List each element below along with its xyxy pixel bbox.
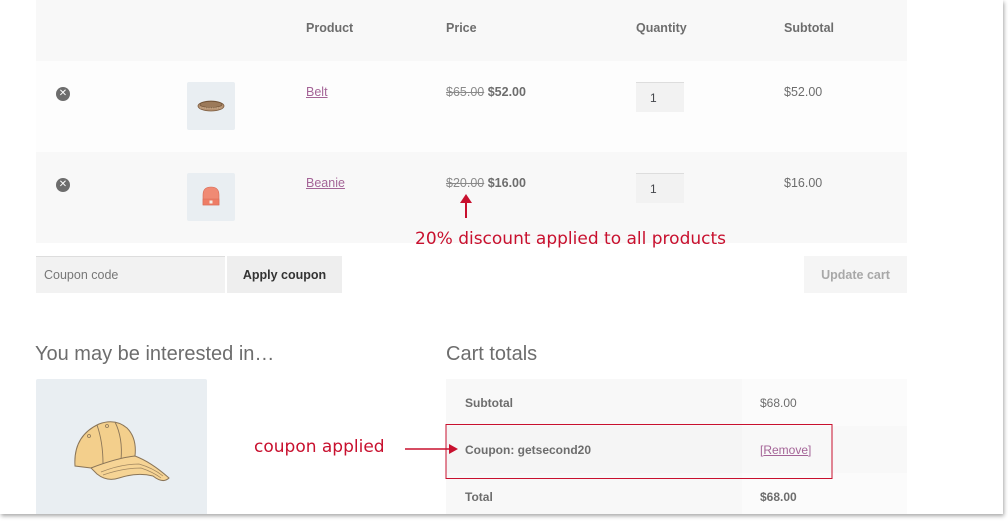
total-label: Total xyxy=(465,490,493,504)
remove-item-icon[interactable]: ✕ xyxy=(56,178,70,192)
totals-row-total: Total $68.00 xyxy=(446,473,907,514)
quantity-input-belt[interactable] xyxy=(636,82,684,112)
update-cart-button[interactable]: Update cart xyxy=(804,256,907,293)
regular-price: $20.00 xyxy=(446,176,485,190)
discount-annotation: 20% discount applied to all products xyxy=(415,229,727,249)
cart-table-header: Product Price Quantity Subtotal xyxy=(36,0,907,61)
coupon-code-input[interactable] xyxy=(36,256,225,293)
quantity-input-beanie[interactable] xyxy=(636,173,684,203)
baseball-cap-image xyxy=(73,421,170,482)
beanie-thumbnail[interactable] xyxy=(187,173,235,221)
coupon-label: Coupon: getsecond20 xyxy=(465,443,592,457)
remove-item-icon[interactable]: ✕ xyxy=(56,87,70,101)
subtotal-label: Subtotal xyxy=(465,396,513,410)
cart-table: Product Price Quantity Subtotal ✕ Belt $… xyxy=(36,0,907,243)
coupon-remove: [Remove] xyxy=(760,443,811,457)
totals-row-subtotal: Subtotal $68.00 xyxy=(446,379,907,426)
cross-sell-product-thumbnail[interactable] xyxy=(36,379,207,514)
totals-row-coupon: Coupon: getsecond20 [Remove] xyxy=(446,426,907,473)
product-link-belt[interactable]: Belt xyxy=(306,85,328,99)
subtotal-belt: $52.00 xyxy=(784,85,823,99)
remove-coupon-link[interactable]: Remove xyxy=(763,443,808,457)
subtotal-value: $68.00 xyxy=(760,396,797,410)
cart-page: Product Price Quantity Subtotal ✕ Belt $… xyxy=(0,0,1003,514)
apply-coupon-button[interactable]: Apply coupon xyxy=(227,256,342,293)
cart-row-belt: ✕ Belt $65.00 $52.00 $52.00 xyxy=(36,61,907,152)
beanie-image xyxy=(202,186,220,206)
cart-totals-table: Subtotal $68.00 Coupon: getsecond20 [Rem… xyxy=(446,379,907,514)
header-price: Price xyxy=(446,21,477,35)
regular-price: $65.00 xyxy=(446,85,485,99)
price-belt: $65.00 $52.00 xyxy=(446,85,526,99)
subtotal-beanie: $16.00 xyxy=(784,176,823,190)
price-beanie: $20.00 $16.00 xyxy=(446,176,526,190)
total-value: $68.00 xyxy=(760,490,797,504)
cart-totals-title: Cart totals xyxy=(446,343,538,365)
header-quantity: Quantity xyxy=(636,21,687,35)
cross-sells-title: You may be interested in… xyxy=(35,343,275,365)
bracket-close: ] xyxy=(808,443,812,457)
header-subtotal: Subtotal xyxy=(784,21,834,35)
sale-price: $16.00 xyxy=(487,176,526,190)
header-product: Product xyxy=(306,21,354,35)
sale-price: $52.00 xyxy=(487,85,526,99)
belt-image xyxy=(197,100,225,112)
belt-thumbnail[interactable] xyxy=(187,82,235,130)
coupon-annotation: coupon applied xyxy=(254,437,385,457)
product-link-beanie[interactable]: Beanie xyxy=(306,176,345,190)
